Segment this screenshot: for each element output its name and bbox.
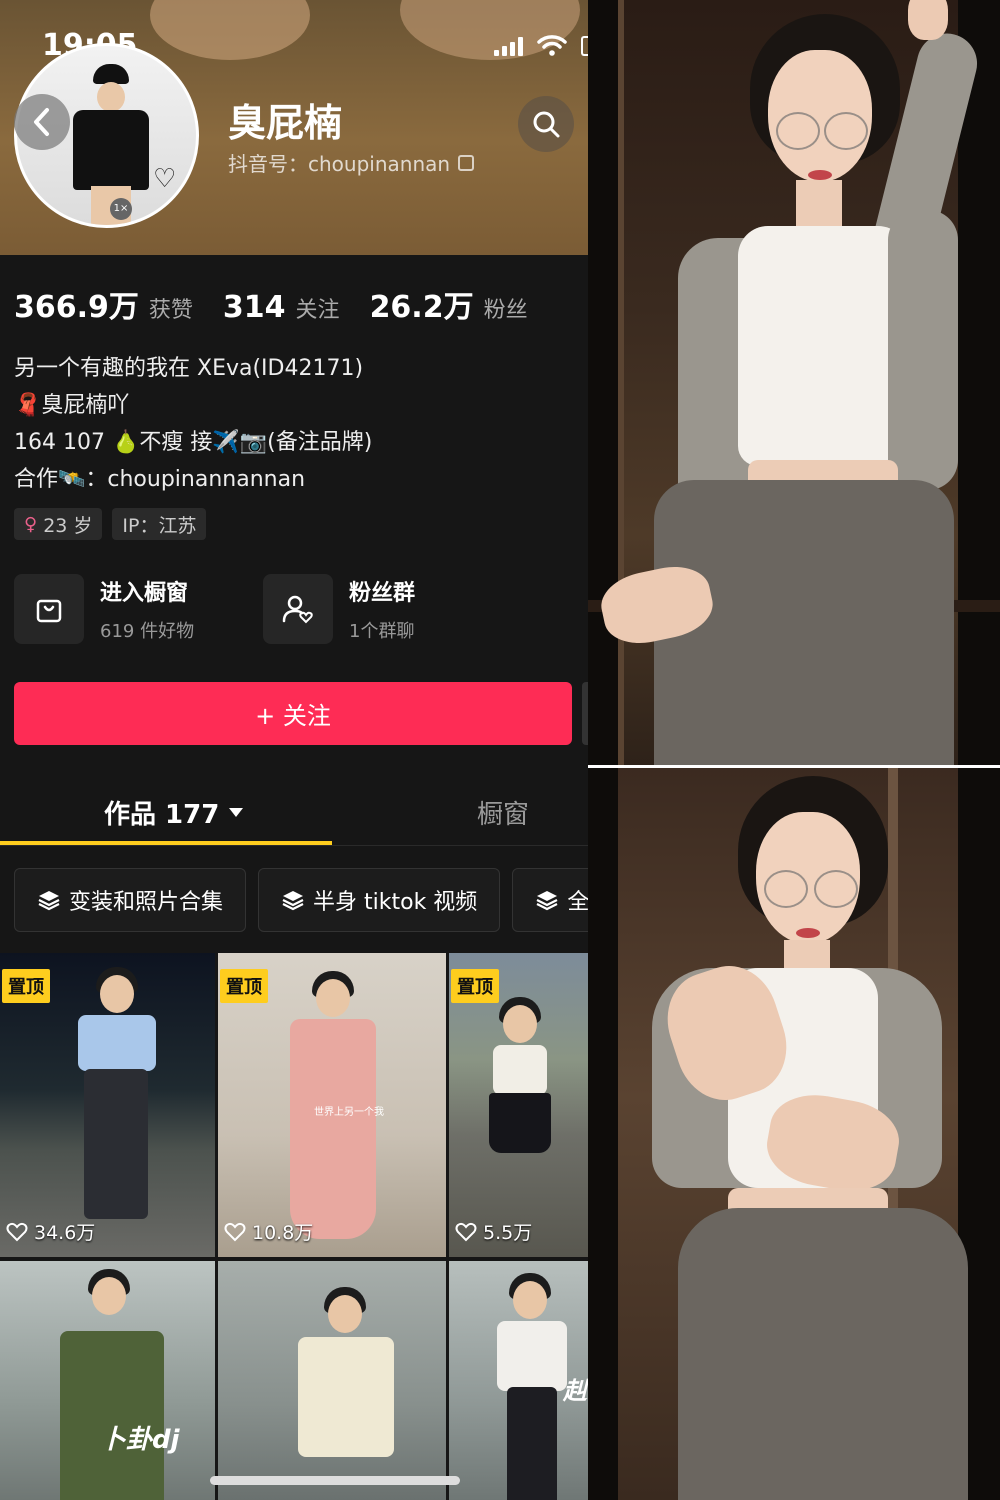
video-thumbnail[interactable]: 赳 [449, 1261, 588, 1500]
fan-group-icon [263, 574, 333, 644]
douyin-id-text: 抖音号：choupinannan [228, 152, 451, 176]
bio-line: 🧣臭屁楠吖 [14, 393, 130, 418]
collection-chip[interactable]: 半身 tiktok 视频 [258, 868, 501, 932]
heart-doodle-icon: ♡ [153, 164, 177, 194]
stat-value: 26.2万 [369, 290, 474, 325]
pinned-badge: 置顶 [220, 969, 268, 1003]
shop-window-subtitle: 619 件好物 [100, 621, 195, 642]
follow-button[interactable]: + 关注 [14, 682, 572, 745]
fan-group-shortcut[interactable]: 粉丝群 1个群聊 [263, 574, 415, 644]
bio-line: 164 107 🍐不瘦 接✈️📷(备注品牌) [14, 430, 373, 455]
active-tab-indicator [0, 841, 332, 845]
bio-line: 合作🛰️：choupinannannan [14, 467, 306, 492]
back-arrow-icon [34, 108, 49, 136]
layers-icon [38, 891, 60, 911]
avatar-badge: 1× [110, 198, 132, 220]
video-likes: 10.8万 [224, 1218, 313, 1245]
video-caption: 世界上另一个我 [314, 1107, 384, 1118]
pinned-badge: 置顶 [451, 969, 499, 1003]
video-likes: 5.5万 [455, 1218, 532, 1245]
video-overlay-text: 赳 [563, 1377, 587, 1405]
tab-works[interactable]: 作品 177 [104, 794, 244, 831]
collection-chip[interactable]: 变装和照片合集 [14, 868, 247, 932]
stat-following[interactable]: 314 关注 [223, 290, 340, 325]
collection-label: 全 [567, 890, 588, 915]
profile-tabs: 作品 177 橱窗 [0, 780, 588, 846]
ip-tag-text: IP：江苏 [122, 514, 197, 537]
caret-down-icon [229, 808, 244, 817]
video-thumbnail[interactable]: 卜卦dj [0, 1261, 215, 1500]
heart-icon [6, 1222, 28, 1241]
search-button[interactable] [518, 96, 574, 152]
collections-row: 变装和照片合集 半身 tiktok 视频 全 [14, 868, 588, 932]
fan-group-subtitle: 1个群聊 [349, 621, 415, 642]
photo-top [588, 0, 1000, 765]
heart-icon [224, 1222, 246, 1241]
video-thumbnail[interactable]: 置顶 5.5万 [449, 953, 588, 1257]
video-likes-count: 10.8万 [252, 1222, 314, 1244]
video-likes: 34.6万 [6, 1218, 95, 1245]
layers-icon [536, 891, 558, 911]
home-indicator[interactable] [210, 1476, 460, 1485]
video-likes-count: 5.5万 [483, 1222, 533, 1244]
bio-line: 另一个有趣的我在 XEva(ID42171) [14, 356, 364, 381]
photo-bottom [588, 768, 1000, 1500]
tab-works-label: 作品 177 [104, 800, 220, 830]
heart-icon [455, 1222, 477, 1241]
stat-followers[interactable]: 26.2万 粉丝 [370, 282, 528, 326]
pinned-badge: 置顶 [2, 969, 50, 1003]
status-icons [494, 34, 588, 56]
profile-stats: 366.9万 获赞 314 关注 26.2万 粉丝 [14, 282, 528, 326]
search-icon [533, 111, 560, 138]
copy-icon[interactable] [458, 154, 475, 171]
douyin-id[interactable]: 抖音号：choupinannan [228, 148, 475, 177]
profile-tags: ♀ 23 岁 IP：江苏 [14, 508, 207, 540]
video-likes-count: 34.6万 [34, 1222, 96, 1244]
profile-nickname: 臭屁楠 [228, 101, 343, 145]
signal-icon [494, 36, 523, 56]
shop-window-shortcut[interactable]: 进入橱窗 619 件好物 [14, 574, 194, 644]
profile-screen: 19:05 ♡ 1× 臭屁楠 抖音号：choupinannan [0, 0, 588, 1500]
collection-chip[interactable]: 全 [512, 868, 588, 932]
tab-shop-window[interactable]: 橱窗 [477, 794, 529, 831]
age-tag: ♀ 23 岁 [14, 508, 103, 540]
back-button[interactable] [14, 94, 70, 150]
video-overlay-text: 卜卦dj [100, 1425, 180, 1455]
video-thumbnail[interactable]: 置顶 34.6万 [0, 953, 215, 1257]
age-tag-text: 23 岁 [43, 514, 93, 537]
shopping-bag-icon [14, 574, 84, 644]
fan-group-title: 粉丝群 [349, 581, 416, 606]
collection-label: 变装和照片合集 [69, 890, 224, 915]
stat-label: 关注 [295, 298, 340, 323]
female-icon: ♀ [24, 513, 38, 535]
profile-bio: 另一个有趣的我在 XEva(ID42171) 🧣臭屁楠吖 164 107 🍐不瘦… [14, 350, 372, 498]
video-thumbnail[interactable]: 世界上另一个我 置顶 10.8万 [218, 953, 446, 1257]
ip-tag: IP：江苏 [112, 508, 207, 540]
video-thumbnail[interactable] [218, 1261, 446, 1500]
stat-value: 314 [222, 290, 286, 325]
shop-window-title: 进入橱窗 [100, 581, 189, 606]
video-grid: 置顶 34.6万 世界上另一个我 置顶 10.8万 置顶 5.5万 卜卦dj 赳 [0, 953, 588, 1500]
stat-likes[interactable]: 366.9万 获赞 [14, 282, 193, 326]
stat-label: 获赞 [148, 298, 193, 323]
stat-label: 粉丝 [483, 298, 528, 323]
stat-value: 366.9万 [14, 290, 139, 325]
collection-label: 半身 tiktok 视频 [313, 890, 478, 915]
layers-icon [282, 891, 304, 911]
wifi-icon [537, 35, 567, 56]
battery-icon [581, 36, 588, 56]
